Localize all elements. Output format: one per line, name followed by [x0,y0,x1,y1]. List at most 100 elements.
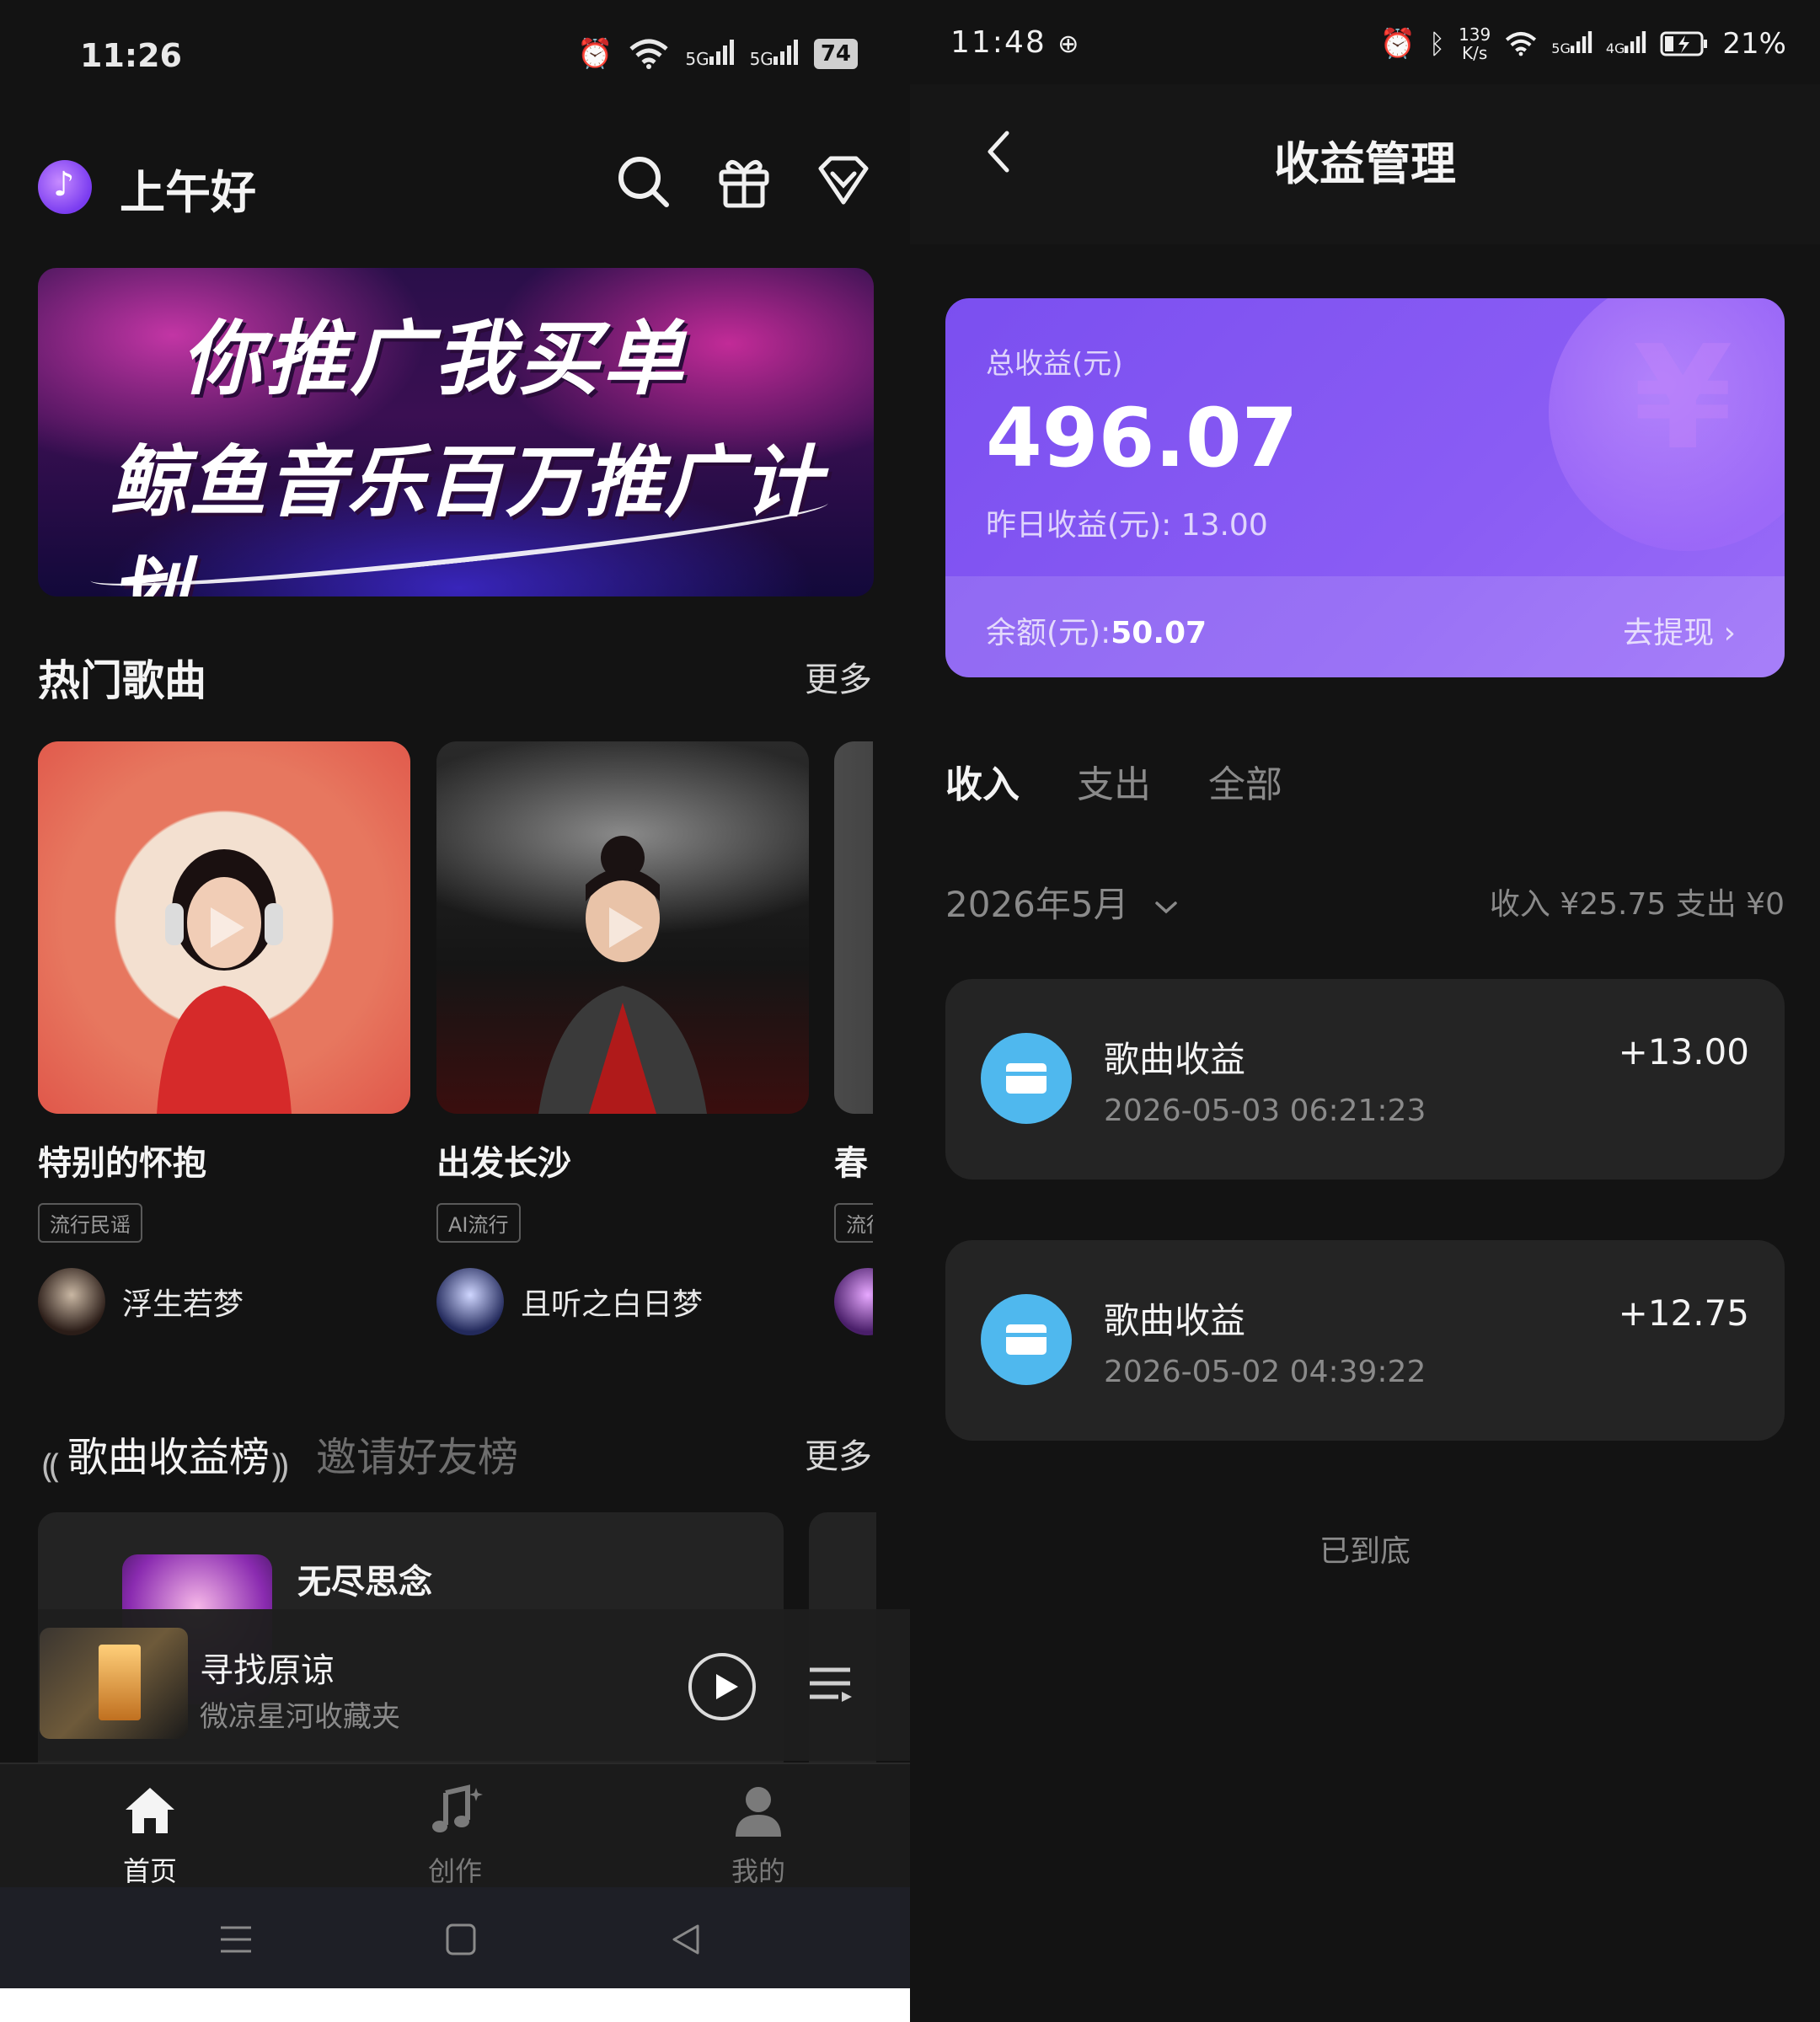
play-button[interactable] [688,1653,756,1720]
month-summary: 收入 ¥25.75 支出 ¥0 [1489,887,1785,922]
transaction-item[interactable]: 歌曲收益 2026-05-02 04:39:22 +12.75 [945,1240,1785,1441]
transaction-time: 2026-05-03 06:21:23 [1104,1094,1427,1128]
playlist-icon[interactable] [806,1660,854,1707]
chevron-down-icon [1155,901,1177,914]
transaction-title: 歌曲收益 [1104,1039,1246,1080]
song-name[interactable]: 出发长沙 [436,1136,809,1185]
page-header: 收益管理 [910,84,1820,244]
signal-icon-2: 4G [1606,31,1647,56]
song-name[interactable]: 春 [834,1136,873,1185]
transaction-amount: +12.75 [1618,1292,1749,1334]
back-triangle-icon[interactable] [667,1923,704,1956]
tab-invite-friends-rank[interactable]: 邀请好友榜 [316,1424,518,1483]
user-icon [736,1787,781,1837]
artist-name[interactable]: 浮生若梦 [122,1280,244,1324]
signal-icon-2: 5G [750,39,799,69]
transaction-title: 歌曲收益 [1104,1300,1246,1341]
nav-create-label: 创作 [427,1855,482,1887]
banner-headline: 你推广我买单 [181,312,687,406]
total-earnings-label: 总收益(元) [986,347,1123,381]
bottom-nav: 首页 创作 我的 [0,1763,910,1887]
vip-diamond-icon[interactable] [814,152,873,211]
status-icons: ⏰ 5G 5G 74 [577,37,858,71]
app-logo [38,160,92,214]
avatar[interactable] [834,1268,873,1335]
balance-value: 50.07 [1111,616,1207,650]
rank-song-title[interactable]: 无尽思念 [297,1554,432,1603]
list-end-text: 已到底 [1319,1534,1410,1569]
promo-banner[interactable]: 你推广我买单 鲸鱼音乐百万推广计划 [38,268,874,596]
net-speed: 139 K/s [1459,24,1491,63]
right-phone-screen: 11:48 ⊕ ⏰ ᛒ 139K/s 5G 4G 21% 收益管理 总收益(元)… [910,0,1820,2022]
yesterday-earnings: 昨日收益(元): 13.00 [986,508,1268,543]
search-icon[interactable] [613,152,672,211]
signal-icon: 5G [685,39,734,69]
hot-songs-more-link[interactable]: 更多 [805,652,872,701]
battery-icon [1660,31,1708,56]
artist-row[interactable]: 浮生若梦 [38,1268,410,1335]
page-title: 收益管理 [1274,137,1456,190]
total-earnings-value: 496.07 [986,391,1298,485]
song-name[interactable]: 特别的怀抱 [38,1136,410,1185]
home-square-icon[interactable] [442,1923,479,1956]
month-selector[interactable]: 2026年5月 [945,876,1180,928]
play-icon[interactable] [597,902,648,953]
song-tag: 流行民谣 [38,1203,142,1243]
coin-icon [1549,298,1785,551]
ranking-more-link[interactable]: 更多 [805,1429,872,1478]
wallet-icon [981,1294,1072,1385]
cover-figure [157,849,292,1114]
alarm-icon: ⏰ [1379,27,1416,61]
status-icons: ⏰ ᛒ 139 K/s 5G 4G 21% [1380,25,1786,62]
artist-name[interactable]: 且听之白日梦 [521,1280,703,1324]
hot-songs-title: 热门歌曲 [38,656,206,705]
mini-player-subtitle: 微凉星河收藏夹 [200,1700,400,1734]
avatar[interactable] [38,1268,105,1335]
tab-expense[interactable]: 支出 [1077,754,1151,808]
data-saver-icon: ⊕ [1057,29,1081,59]
balance-text: 余额(元):50.07 [986,616,1207,650]
home-icon [126,1788,174,1833]
nav-create[interactable]: 创作 [379,1781,531,1889]
gift-icon[interactable] [715,152,774,211]
nav-home-label: 首页 [122,1855,177,1887]
song-card-clip: 春 流行 [834,741,873,1348]
artist-row[interactable] [834,1268,873,1335]
nav-profile[interactable]: 我的 [682,1781,834,1889]
nav-home[interactable]: 首页 [74,1781,226,1889]
laurel-right-icon: ⸩ [271,1447,289,1485]
song-card[interactable]: 特别的怀抱 流行民谣 浮生若梦 [38,741,410,1335]
status-time: 11:26 [80,37,182,74]
song-card[interactable]: 出发长沙 AI流行 且听之白日梦 [436,741,809,1335]
left-phone-screen: 11:26 ⏰ 5G 5G 74 上午好 你推广我买单 鲸鱼音乐百万推广计划 热… [0,0,910,1988]
song-cover[interactable] [834,741,873,1114]
song-tag: AI流行 [436,1203,521,1243]
song-cover[interactable] [38,741,410,1114]
song-card[interactable]: 春 流行 [834,741,873,1335]
wallet-icon [981,1033,1072,1124]
laurel-left-icon: ⸨ [42,1447,60,1485]
tab-income[interactable]: 收入 [945,754,1020,808]
tab-song-earnings-rank[interactable]: 歌曲收益榜 [67,1424,270,1483]
mini-player-cover[interactable] [40,1628,188,1739]
play-icon[interactable] [199,902,249,953]
system-nav-bar [0,1887,910,1988]
status-time: 11:48 ⊕ [950,25,1081,60]
withdraw-button[interactable]: 去提现 › [1623,608,1736,652]
music-note-icon [432,1784,483,1832]
balance-bar: 余额(元):50.07 去提现 › [945,576,1785,677]
song-cover[interactable] [436,741,809,1114]
song-tag: 流行 [834,1203,873,1243]
transaction-item[interactable]: 歌曲收益 2026-05-03 06:21:23 +13.00 [945,979,1785,1180]
menu-icon[interactable] [217,1923,254,1956]
battery-icon: 74 [813,39,858,69]
battery-percent: 21% [1722,27,1786,61]
signal-icon: 5G [1551,31,1592,56]
tab-all[interactable]: 全部 [1208,754,1282,808]
nav-profile-label: 我的 [731,1855,785,1887]
artist-row[interactable]: 且听之白日梦 [436,1268,809,1335]
mini-player-title: 寻找原谅 [200,1651,335,1690]
avatar[interactable] [436,1268,504,1335]
alarm-icon: ⏰ [577,37,613,71]
mini-player[interactable]: 寻找原谅 微凉星河收藏夹 [38,1609,910,1761]
